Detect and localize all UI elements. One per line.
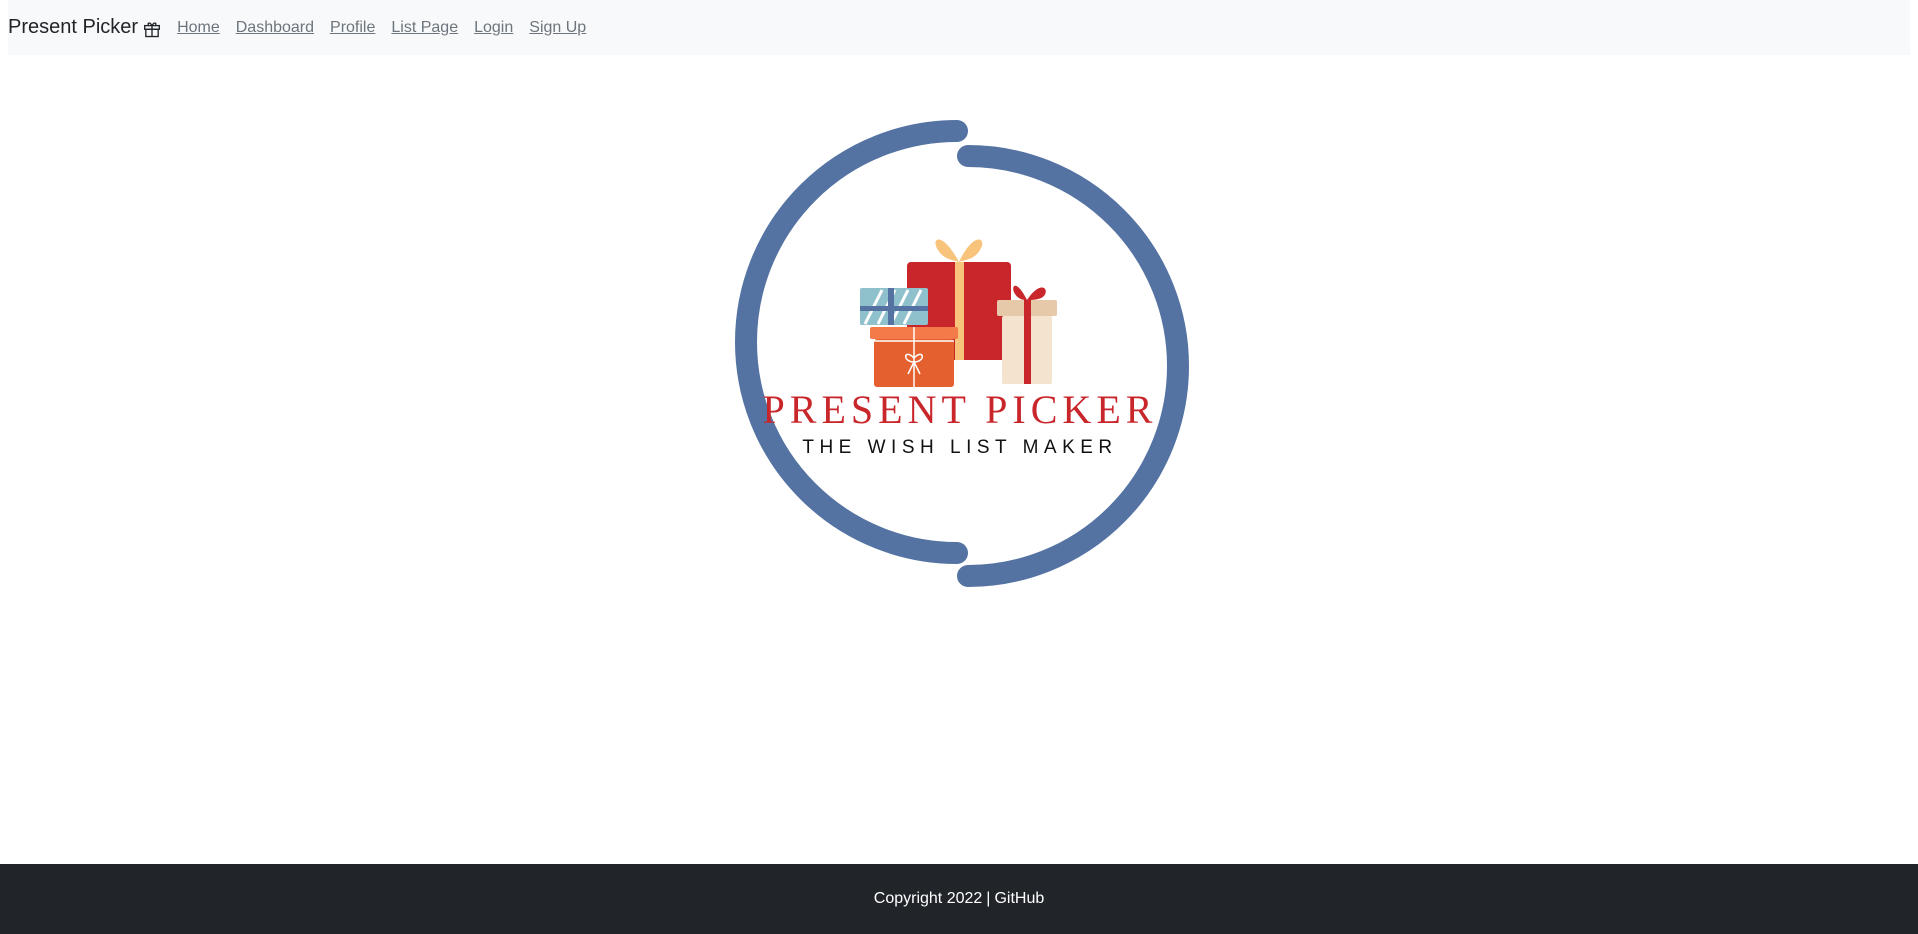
footer-copyright: Copyright 2022 xyxy=(873,890,983,907)
navbar-brand[interactable]: Present Picker xyxy=(8,16,161,39)
page: Present Picker Home Dashboard Profile Li… xyxy=(0,0,1918,934)
gift-icon xyxy=(143,20,161,38)
nav-link-login[interactable]: Login xyxy=(474,19,513,37)
nav-link-home[interactable]: Home xyxy=(177,19,220,37)
footer: Copyright 2022 | GitHub xyxy=(0,864,1918,934)
hero-logo: PRESENT PICKER THE WISH LIST MAKER xyxy=(710,110,1210,600)
nav-link-profile[interactable]: Profile xyxy=(330,19,375,37)
footer-separator: | xyxy=(986,890,991,907)
gifts-illustration xyxy=(860,239,1057,387)
logo-graphic: PRESENT PICKER THE WISH LIST MAKER xyxy=(735,120,1189,587)
navbar: Present Picker Home Dashboard Profile Li… xyxy=(8,0,1910,55)
nav-link-list-page[interactable]: List Page xyxy=(391,19,458,37)
logo-title: PRESENT PICKER xyxy=(763,387,1158,432)
nav-link-sign-up[interactable]: Sign Up xyxy=(529,19,586,37)
nav-link-dashboard[interactable]: Dashboard xyxy=(236,19,314,37)
logo-subtitle: THE WISH LIST MAKER xyxy=(802,437,1117,458)
logo-ring-right xyxy=(957,145,1189,587)
brand-label: Present Picker xyxy=(8,16,139,38)
footer-github-link[interactable]: GitHub xyxy=(994,890,1044,908)
nav-links: Home Dashboard Profile List Page Login S… xyxy=(177,19,602,37)
